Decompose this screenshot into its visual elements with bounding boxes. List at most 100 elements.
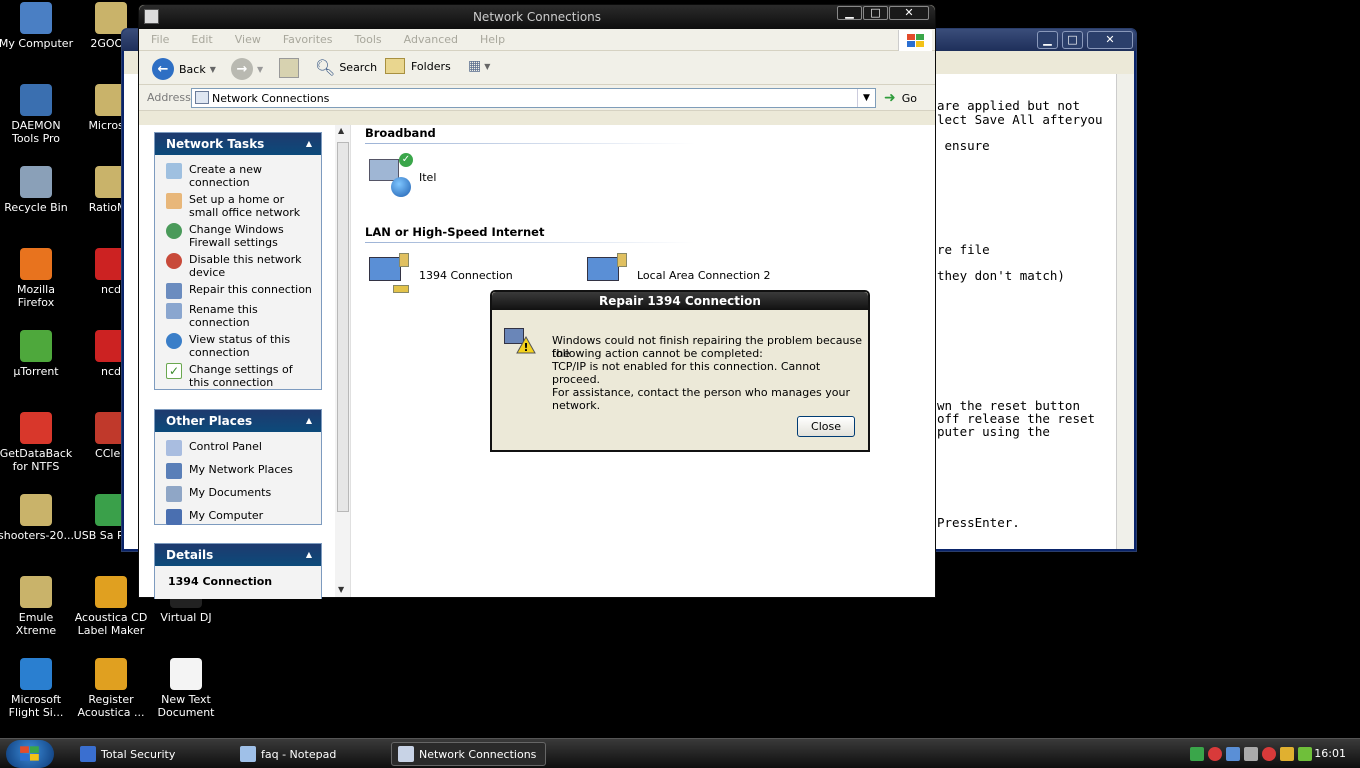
- repair-dialog[interactable]: Repair 1394 Connection ! Windows could n…: [490, 290, 870, 452]
- taskbar-network-connections[interactable]: Network Connections: [391, 742, 546, 766]
- go-button[interactable]: ➜ Go: [884, 90, 917, 106]
- desktop-icon-label: Acoustica CD Label Maker: [74, 611, 148, 637]
- desktop-icon[interactable]: DAEMON Tools Pro: [0, 84, 74, 145]
- close-icon[interactable]: ✕: [1087, 31, 1133, 49]
- task-firewall[interactable]: Change Windows Firewall settings: [155, 221, 321, 251]
- scroll-thumb[interactable]: [337, 142, 349, 512]
- go-label: Go: [901, 91, 917, 105]
- taskbar-total-security[interactable]: Total Security: [74, 742, 234, 766]
- desktop-icon-label: Mozilla Firefox: [17, 283, 55, 309]
- network-folder-icon: [144, 9, 159, 24]
- desktop-icon-label: Register Acoustica ...: [77, 693, 145, 719]
- desktop-icon[interactable]: Mozilla Firefox: [0, 248, 74, 309]
- up-folder-button[interactable]: [279, 58, 299, 78]
- maximize-icon[interactable]: □: [1062, 31, 1083, 49]
- nvidia-icon[interactable]: [1298, 747, 1312, 761]
- menu-favorites[interactable]: Favorites: [283, 33, 333, 46]
- task-disable-device[interactable]: Disable this network device: [155, 251, 321, 281]
- vertical-scrollbar[interactable]: ▲ ▼: [335, 125, 351, 597]
- network-tasks-panel: Network Tasks ▲ Create a new connection …: [154, 132, 322, 390]
- menu-edit[interactable]: Edit: [191, 33, 212, 46]
- desktop-icon[interactable]: New Text Document: [148, 658, 224, 719]
- panel-title: Network Tasks: [166, 137, 265, 151]
- menu-file[interactable]: File: [151, 33, 169, 46]
- maximize-button[interactable]: □: [863, 6, 888, 20]
- search-button[interactable]: 🔍︎ Search: [315, 58, 377, 77]
- network-places-icon: [166, 463, 182, 479]
- dialog-title[interactable]: Repair 1394 Connection: [492, 292, 868, 310]
- place-control-panel[interactable]: Control Panel: [155, 438, 321, 461]
- desktop-icon[interactable]: GetDataBack for NTFS: [0, 412, 74, 473]
- minimize-button[interactable]: ▁: [837, 6, 862, 20]
- other-places-header[interactable]: Other Places ▲: [155, 410, 321, 432]
- task-change-settings[interactable]: ✓ Change settings of this connection: [155, 361, 321, 391]
- menu-view[interactable]: View: [235, 33, 261, 46]
- desktop-icon[interactable]: µTorrent: [0, 330, 74, 378]
- status-globe-icon: [166, 333, 182, 349]
- recycle-bin-icon: [20, 166, 52, 198]
- taskbar-notepad[interactable]: faq - Notepad: [234, 742, 389, 766]
- chevron-down-icon[interactable]: ▼: [857, 89, 875, 107]
- utorrent-icon: [20, 330, 52, 362]
- desktop-icon-label: My Computer: [0, 37, 74, 50]
- window-title: Network Connections: [472, 10, 602, 24]
- airplane-icon: [20, 658, 52, 690]
- antivirus-icon[interactable]: [1262, 747, 1276, 761]
- daemon-tools-icon: [20, 84, 52, 116]
- notepad-scrollbar[interactable]: [1116, 74, 1134, 549]
- desktop-icon[interactable]: Register Acoustica ...: [73, 658, 149, 719]
- network-icon[interactable]: [1226, 747, 1240, 761]
- desktop-icon[interactable]: Recycle Bin: [0, 166, 74, 214]
- details-header[interactable]: Details ▲: [155, 544, 321, 566]
- folders-button[interactable]: Folders: [385, 58, 451, 74]
- menu-advanced[interactable]: Advanced: [404, 33, 458, 46]
- back-button[interactable]: ← Back ▼: [152, 58, 216, 80]
- network-tasks-header[interactable]: Network Tasks ▲: [155, 133, 321, 155]
- folder-icon: [20, 494, 52, 526]
- menu-help[interactable]: Help: [480, 33, 505, 46]
- close-button[interactable]: ✕: [889, 6, 929, 20]
- desktop-icon[interactable]: shooters-20...: [0, 494, 74, 542]
- desktop-icon[interactable]: Emule Xtreme: [0, 576, 74, 637]
- desktop-icon[interactable]: Microsoft Flight Si...: [0, 658, 74, 719]
- volume-icon[interactable]: [1244, 747, 1258, 761]
- forward-arrow-icon: →: [231, 58, 253, 80]
- safely-remove-icon[interactable]: [1190, 747, 1204, 761]
- scroll-up-icon[interactable]: ▲: [338, 126, 344, 135]
- task-home-network[interactable]: Set up a home or small office network: [155, 191, 321, 221]
- dialog-message-line2: following action cannot be completed:: [552, 347, 763, 360]
- views-button[interactable]: ▦ ▼: [468, 58, 490, 74]
- window-titlebar[interactable]: Network Connections ▁ □ ✕: [139, 5, 935, 29]
- task-rename[interactable]: Rename this connection: [155, 301, 321, 331]
- place-my-documents[interactable]: My Documents: [155, 484, 321, 507]
- task-create-connection[interactable]: Create a new connection: [155, 161, 321, 191]
- task-label: Repair this connection: [189, 283, 312, 296]
- collapse-icon[interactable]: ▲: [303, 415, 315, 427]
- task-repair[interactable]: Repair this connection: [155, 281, 321, 301]
- cd-label-icon: [95, 576, 127, 608]
- place-network-places[interactable]: My Network Places: [155, 461, 321, 484]
- scroll-down-icon[interactable]: ▼: [338, 585, 344, 594]
- connection-itel[interactable]: ✓ Itel: [367, 153, 436, 201]
- menu-tools[interactable]: Tools: [355, 33, 382, 46]
- desktop-icon[interactable]: My Computer: [0, 2, 74, 50]
- place-my-computer[interactable]: My Computer: [155, 507, 321, 527]
- start-button[interactable]: [6, 740, 54, 768]
- forward-button[interactable]: → ▼: [231, 58, 263, 80]
- back-label: Back: [179, 62, 206, 76]
- firewall-globe-icon: [166, 223, 182, 239]
- collapse-icon[interactable]: ▲: [303, 138, 315, 150]
- panel-title: Other Places: [166, 414, 253, 428]
- windows-logo-icon: [20, 746, 39, 761]
- notepad-line: are applied but not: [937, 98, 1080, 113]
- update-icon[interactable]: [1280, 747, 1294, 761]
- close-button[interactable]: Close: [797, 416, 855, 437]
- notepad-icon: [240, 746, 256, 762]
- desktop-icon-label: Virtual DJ: [160, 611, 212, 624]
- collapse-icon[interactable]: ▲: [303, 549, 315, 561]
- task-view-status[interactable]: View status of this connection: [155, 331, 321, 361]
- connection-label: Itel: [419, 170, 437, 184]
- security-alert-icon[interactable]: [1208, 747, 1222, 761]
- address-input[interactable]: Network Connections ▼: [191, 88, 876, 108]
- minimize-icon[interactable]: ▁: [1037, 31, 1058, 49]
